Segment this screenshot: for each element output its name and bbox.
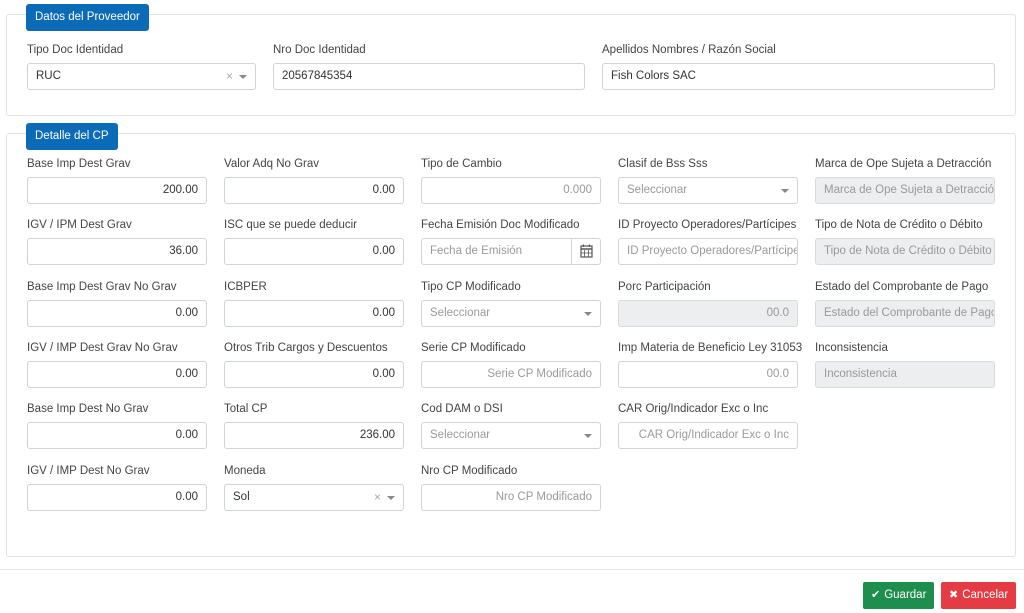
id-proyecto-input[interactable]: ID Proyecto Operadores/Partícipes [618,238,798,265]
chevron-down-icon [584,312,592,316]
icbper-label: ICBPER [224,281,267,293]
estado-comprobante-label: Estado del Comprobante de Pago [815,281,989,293]
cancel-button-label: Cancelar [962,589,1009,601]
base-imp-dest-grav-no-grav-label: Base Imp Dest Grav No Grav [27,281,177,293]
cod-dam-label: Cod DAM o DSI [421,403,503,415]
id-proyecto-label: ID Proyecto Operadores/Partícipes [618,219,797,231]
nro-doc-input[interactable]: 20567845354 [273,63,585,90]
base-imp-dest-no-grav-label: Base Imp Dest No Grav [27,403,149,415]
clasif-bss-label: Clasif de Bss Sss [618,158,708,170]
tipo-cp-modificado-label: Tipo CP Modificado [421,281,521,293]
igv-imp-dest-grav-no-grav-input[interactable]: 0.00 [27,361,207,388]
detalle-panel-title: Detalle del CP [26,123,118,150]
tipo-cambio-input[interactable]: 0.000 [421,177,601,204]
tipo-cp-modificado-select[interactable]: Seleccionar [421,300,601,327]
nro-cp-modificado-label: Nro CP Modificado [421,465,518,477]
imp-materia-beneficio-label: Imp Materia de Beneficio Ley 31053 [618,342,803,354]
otros-trib-input[interactable]: 0.00 [224,361,404,388]
tipo-nota-label: Tipo de Nota de Crédito o Débito [815,219,983,231]
check-icon: ✔ [871,589,881,601]
igv-ipm-dest-grav-input[interactable]: 36.00 [27,238,207,265]
base-imp-dest-grav-input[interactable]: 200.00 [27,177,207,204]
save-button-label: Guardar [884,589,927,601]
proveedor-panel-title: Datos del Proveedor [26,4,149,31]
cod-dam-select[interactable]: Seleccionar [421,422,601,449]
porc-participacion-input: 00.0 [618,300,798,327]
base-imp-dest-no-grav-input[interactable]: 0.00 [27,422,207,449]
nro-doc-label: Nro Doc Identidad [273,44,366,56]
porc-participacion-label: Porc Participación [618,281,711,293]
car-orig-label: CAR Orig/Indicador Exc o Inc [618,403,769,415]
nro-cp-modificado-input[interactable]: Nro CP Modificado [421,484,601,511]
fecha-emision-placeholder: Fecha de Emisión [430,245,523,257]
clear-icon[interactable]: × [226,64,233,89]
serie-cp-modificado-input[interactable]: Serie CP Modificado [421,361,601,388]
igv-ipm-dest-grav-label: IGV / IPM Dest Grav [27,219,132,231]
chevron-down-icon [387,496,395,500]
valor-adq-no-grav-input[interactable]: 0.00 [224,177,404,204]
igv-imp-dest-grav-no-grav-label: IGV / IMP Dest Grav No Grav [27,342,178,354]
razon-social-label: Apellidos Nombres / Razón Social [602,44,776,56]
clear-icon[interactable]: × [374,485,381,510]
marca-ope-input: Marca de Ope Sujeta a Detracción [815,177,995,204]
imp-materia-beneficio-input[interactable]: 00.0 [618,361,798,388]
fecha-emision-label: Fecha Emisión Doc Modificado [421,219,580,231]
moneda-label: Moneda [224,465,266,477]
isc-deducir-label: ISC que se puede deducir [224,219,357,231]
chevron-down-icon [584,434,592,438]
base-imp-dest-grav-no-grav-input[interactable]: 0.00 [27,300,207,327]
cod-dam-placeholder: Seleccionar [430,429,491,441]
icbper-input[interactable]: 0.00 [224,300,404,327]
total-cp-input[interactable]: 236.00 [224,422,404,449]
clasif-bss-select[interactable]: Seleccionar [618,177,798,204]
moneda-value: Sol [233,491,250,503]
calendar-icon[interactable] [571,239,600,264]
valor-adq-no-grav-label: Valor Adq No Grav [224,158,320,170]
inconsistencia-label: Inconsistencia [815,342,888,354]
cancel-button[interactable]: ✖ Cancelar [941,582,1017,609]
igv-imp-dest-no-grav-label: IGV / IMP Dest No Grav [27,465,150,477]
tipo-doc-select[interactable]: RUC × [27,63,256,90]
chevron-down-icon [239,75,247,79]
tipo-cambio-label: Tipo de Cambio [421,158,502,170]
car-orig-input[interactable]: CAR Orig/Indicador Exc o Inc [618,422,798,449]
moneda-select[interactable]: Sol × [224,484,404,511]
marca-ope-label: Marca de Ope Sujeta a Detracción [815,158,992,170]
fecha-emision-input[interactable]: Fecha de Emisión [421,238,601,265]
close-icon: ✖ [949,589,959,601]
chevron-down-icon [781,189,789,193]
estado-comprobante-input: Estado del Comprobante de Pago [815,300,995,327]
tipo-nota-input: Tipo de Nota de Crédito o Débito [815,238,995,265]
razon-social-input[interactable]: Fish Colors SAC [602,63,995,90]
save-button[interactable]: ✔ Guardar [863,582,935,609]
total-cp-label: Total CP [224,403,268,415]
tipo-cp-modificado-placeholder: Seleccionar [430,307,491,319]
serie-cp-modificado-label: Serie CP Modificado [421,342,526,354]
base-imp-dest-grav-label: Base Imp Dest Grav [27,158,131,170]
tipo-doc-label: Tipo Doc Identidad [27,44,124,56]
igv-imp-dest-no-grav-input[interactable]: 0.00 [27,484,207,511]
footer-divider [0,569,1024,570]
isc-deducir-input[interactable]: 0.00 [224,238,404,265]
otros-trib-label: Otros Trib Cargos y Descuentos [224,342,388,354]
clasif-bss-placeholder: Seleccionar [627,184,688,196]
tipo-doc-value: RUC [36,70,61,82]
inconsistencia-input: Inconsistencia [815,361,995,388]
